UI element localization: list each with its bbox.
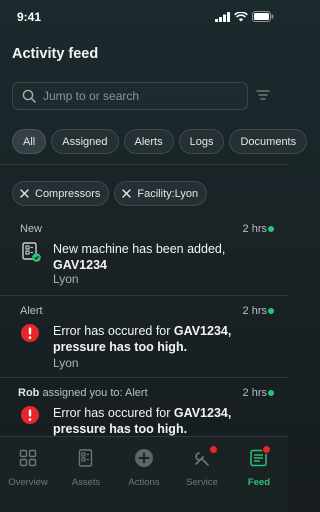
unread-indicator [268, 390, 274, 396]
chip-label: Compressors [35, 187, 101, 200]
signal-icon [215, 11, 230, 22]
notification-badge [262, 445, 271, 454]
feed-item-time: 2 hrs [242, 387, 267, 399]
filter-chip-facility[interactable]: Facility:Lyon [114, 181, 208, 206]
feed-item-type: Alert [20, 305, 43, 317]
status-bar: 9:41 [0, 0, 288, 34]
assign-text: assigned you to: Alert [39, 387, 148, 399]
unread-indicator [268, 308, 274, 314]
search-bar[interactable] [12, 82, 248, 110]
tabbar-item-service[interactable]: Service [174, 445, 230, 488]
error-icon [20, 323, 40, 348]
category-tabs: All Assigned Alerts Logs Documents [12, 129, 308, 154]
filter-chip-compressors[interactable]: Compressors [12, 181, 110, 206]
bottom-tab-bar: Overview Assets Actions Service Feed [0, 436, 288, 512]
actions-icon [135, 449, 153, 467]
tab-label: Logs [189, 135, 214, 148]
tabbar-label: Service [186, 477, 218, 488]
tabbar-label: Assets [71, 477, 101, 488]
tabbar-item-overview[interactable]: Overview [0, 447, 56, 488]
tab-label: All [23, 135, 36, 148]
feed-item[interactable]: Alert 2 hrs Error has occured for GAV123… [0, 296, 288, 378]
unread-indicator [268, 226, 274, 232]
tabbar-label: Actions [128, 477, 160, 488]
feed-item[interactable]: New 2 hrs New machine has been added, GA… [0, 214, 288, 296]
feed-item-message: Error has occured for GAV1234, pressure … [53, 405, 268, 437]
feed-item-time: 2 hrs [242, 223, 267, 235]
divider [0, 164, 288, 165]
close-icon[interactable] [20, 189, 29, 198]
feed-item-time: 2 hrs [242, 305, 267, 317]
wifi-icon [234, 11, 248, 21]
service-icon [195, 452, 209, 466]
tabbar-item-feed[interactable]: Feed [231, 445, 287, 488]
assigner-name: Rob [18, 387, 40, 399]
error-icon [20, 405, 40, 430]
tab-label: Assigned [62, 135, 108, 148]
chip-label: Facility:Lyon [137, 187, 199, 200]
tab-alerts[interactable]: Alerts [123, 129, 174, 154]
message-bold: GAV1234 [53, 258, 107, 272]
status-icons [215, 11, 274, 22]
search-icon [22, 89, 36, 103]
tabbar-label: Overview [8, 477, 48, 488]
notification-badge [209, 445, 218, 454]
filter-icon[interactable] [256, 89, 270, 101]
active-filters: Compressors Facility:Lyon [12, 181, 208, 206]
tab-label: Documents [240, 135, 297, 148]
tab-logs[interactable]: Logs [178, 129, 225, 154]
overview-icon [19, 449, 37, 467]
assets-icon [78, 448, 93, 467]
page-title: Activity feed [12, 46, 99, 62]
feed-item-location: Lyon [53, 272, 79, 286]
message-text: Error has occured for [53, 324, 174, 338]
activity-feed-list: New 2 hrs New machine has been added, GA… [0, 214, 288, 458]
battery-icon [252, 11, 274, 22]
machine-added-icon [20, 241, 42, 268]
search-input[interactable] [43, 89, 233, 103]
tab-label: Alerts [134, 135, 163, 148]
feed-item-message: New machine has been added, GAV1234 [53, 241, 268, 273]
message-text: Error has occured for [53, 406, 174, 420]
feed-item-type: Rob assigned you to: Alert [18, 387, 148, 399]
tab-assigned[interactable]: Assigned [51, 129, 119, 154]
tabbar-item-assets[interactable]: Assets [58, 447, 114, 488]
feed-item-message: Error has occured for GAV1234, pressure … [53, 323, 268, 355]
feed-item-type: New [20, 223, 43, 235]
close-icon[interactable] [122, 189, 132, 198]
tab-all[interactable]: All [12, 129, 47, 154]
tab-documents[interactable]: Documents [229, 129, 308, 154]
tabbar-label: Feed [247, 477, 271, 488]
message-text: New machine has been added, [53, 242, 226, 256]
status-time: 9:41 [17, 10, 42, 24]
feed-item-location: Lyon [53, 356, 79, 370]
tabbar-item-actions[interactable]: Actions [116, 447, 172, 488]
